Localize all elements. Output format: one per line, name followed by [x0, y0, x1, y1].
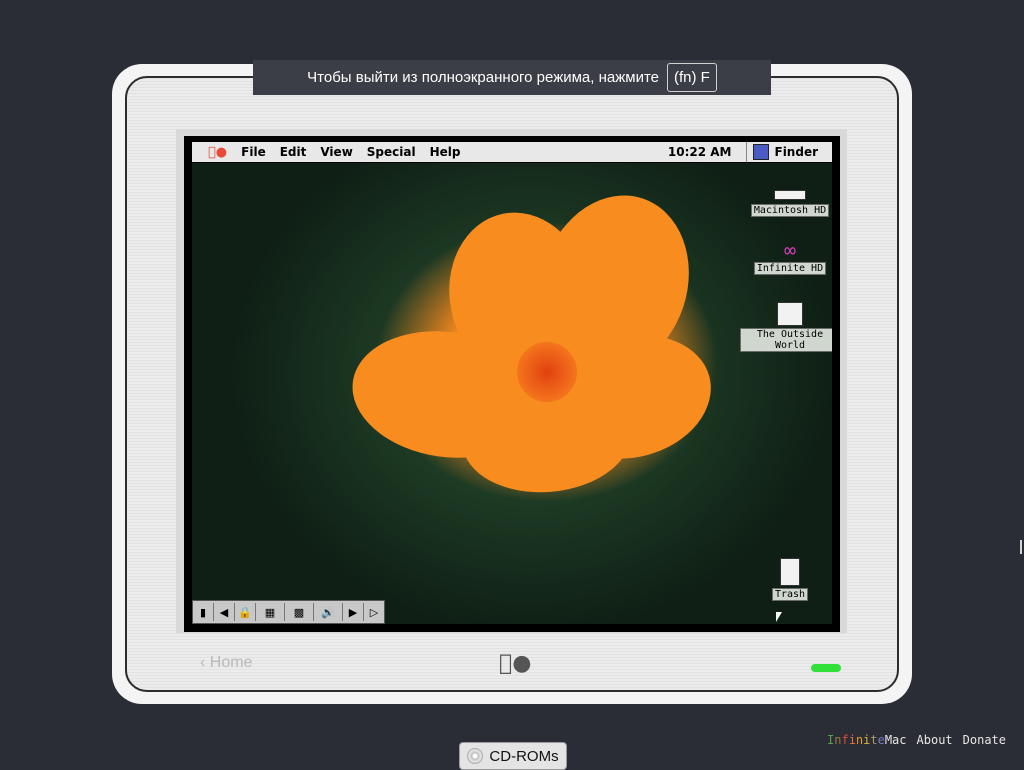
menu-view[interactable]: View — [320, 145, 352, 159]
control-strip-scroll-right-icon[interactable]: ▶ — [343, 603, 364, 621]
donate-link[interactable]: Donate — [963, 733, 1006, 747]
apple-logo-icon: ● — [499, 651, 531, 676]
cdroms-label: CD-ROMs — [489, 747, 559, 765]
desktop-icon-macintosh-hd[interactable]: Macintosh HD — [740, 190, 832, 217]
trash-icon — [780, 558, 800, 586]
menu-separator — [745, 142, 747, 162]
sound-volume-icon[interactable]: 🔊 — [314, 603, 343, 621]
application-menu[interactable]: Finder — [775, 145, 819, 159]
apple-menu-icon[interactable]: ● — [208, 145, 227, 160]
brand-mac: Mac — [884, 733, 907, 747]
flower-center — [517, 342, 577, 402]
menu-help[interactable]: Help — [430, 145, 461, 159]
menu-bar-right: 10:22 AM Finder — [668, 142, 832, 162]
control-strip-tab-icon[interactable]: ▷ — [364, 603, 384, 621]
lock-icon[interactable]: 🔒 — [235, 603, 256, 621]
desktop-icon-outside-world[interactable]: The Outside World — [740, 302, 832, 352]
infinitemac-link[interactable]: InfiniteMac — [827, 733, 906, 747]
fullscreen-message: Чтобы выйти из полноэкранного режима, на… — [307, 69, 659, 86]
menu-file[interactable]: File — [241, 145, 266, 159]
mac-desktop[interactable]: ● File Edit View Special Help 10:22 AM … — [192, 142, 832, 624]
menu-bar: ● File Edit View Special Help 10:22 AM … — [192, 142, 832, 163]
control-strip[interactable]: ▮ ◀ 🔒 ▦ ▩ 🔊 ▶ ▷ — [192, 600, 385, 624]
desktop-icon-infinite-hd[interactable]: ∞ Infinite HD — [740, 240, 832, 275]
control-strip-collapse-icon[interactable]: ▮ — [193, 603, 214, 621]
text-cursor-icon — [1020, 540, 1022, 554]
menu-special[interactable]: Special — [367, 145, 416, 159]
mouse-cursor-icon — [776, 612, 782, 622]
menu-clock[interactable]: 10:22 AM — [668, 145, 732, 159]
emulator-screen[interactable]: ● File Edit View Special Help 10:22 AM … — [184, 136, 840, 632]
brand-infinite: Infinite — [827, 733, 885, 747]
power-led — [811, 664, 841, 672]
footer-links: InfiniteMac About Donate — [827, 733, 1006, 747]
cdroms-button[interactable]: CD-ROMs — [459, 742, 567, 770]
finder-icon — [752, 144, 769, 160]
icon-label: Trash — [771, 588, 809, 601]
monitor-color-icon[interactable]: ▦ — [256, 603, 285, 621]
resolution-icon[interactable]: ▩ — [285, 603, 314, 621]
network-globe-icon — [777, 302, 803, 326]
infinite-hd-icon: ∞ — [783, 238, 797, 262]
about-link[interactable]: About — [917, 733, 953, 747]
icon-label: The Outside World — [740, 328, 832, 352]
home-link[interactable]: ‹ Home — [200, 654, 252, 672]
menu-edit[interactable]: Edit — [280, 145, 307, 159]
icon-label: Macintosh HD — [750, 204, 830, 217]
desktop-icon-trash[interactable]: Trash — [740, 558, 832, 601]
hard-drive-icon — [774, 190, 806, 200]
icon-label: Infinite HD — [753, 262, 827, 275]
cd-icon — [467, 748, 484, 764]
control-strip-scroll-left-icon[interactable]: ◀ — [214, 603, 235, 621]
fullscreen-exit-banner: Чтобы выйти из полноэкранного режима, на… — [253, 60, 771, 95]
fullscreen-key-hint: (fn) F — [667, 63, 717, 92]
